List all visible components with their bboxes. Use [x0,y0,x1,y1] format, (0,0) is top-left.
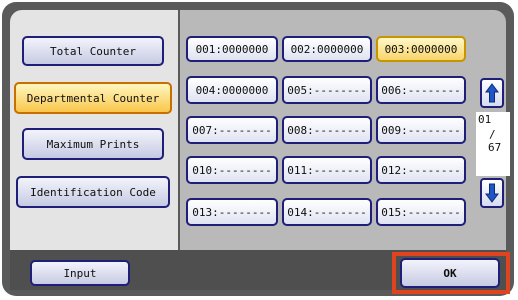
page-indicator: 01 / 67 [476,112,510,176]
page-total: 67 [488,141,502,154]
up-arrow-icon [485,83,499,103]
counter-004-button[interactable]: 004:0000000 [186,76,278,104]
identification-code-button[interactable]: Identification Code [16,176,170,208]
counter-003-button[interactable]: 003:0000000 [376,36,466,62]
counter-002-button[interactable]: 002:0000000 [282,36,372,62]
scroll-down-button[interactable] [480,178,504,208]
counter-011-button[interactable]: 011:-------- [282,156,372,184]
counter-012-button[interactable]: 012:-------- [376,156,466,184]
counter-006-button[interactable]: 006:-------- [376,76,466,104]
total-counter-button[interactable]: Total Counter [22,36,164,66]
counter-014-button[interactable]: 014:-------- [282,198,372,226]
counter-005-button[interactable]: 005:-------- [282,76,372,104]
counter-010-button[interactable]: 010:-------- [186,156,278,184]
departmental-counter-button[interactable]: Departmental Counter [14,82,172,114]
ok-button[interactable]: OK [400,258,500,288]
counter-001-button[interactable]: 001:0000000 [186,36,278,62]
counter-007-button[interactable]: 007:-------- [186,116,278,144]
input-button[interactable]: Input [30,260,130,286]
scroll-up-button[interactable] [480,78,504,108]
counter-008-button[interactable]: 008:-------- [282,116,372,144]
down-arrow-icon [485,183,499,203]
counter-015-button[interactable]: 015:-------- [376,198,466,226]
counter-009-button[interactable]: 009:-------- [376,116,466,144]
page-separator: / [489,128,496,141]
page-current: 01 [478,113,492,126]
maximum-prints-button[interactable]: Maximum Prints [22,128,164,160]
counter-013-button[interactable]: 013:-------- [186,198,278,226]
counter-screen: Total Counter Departmental Counter Maxim… [0,0,518,300]
